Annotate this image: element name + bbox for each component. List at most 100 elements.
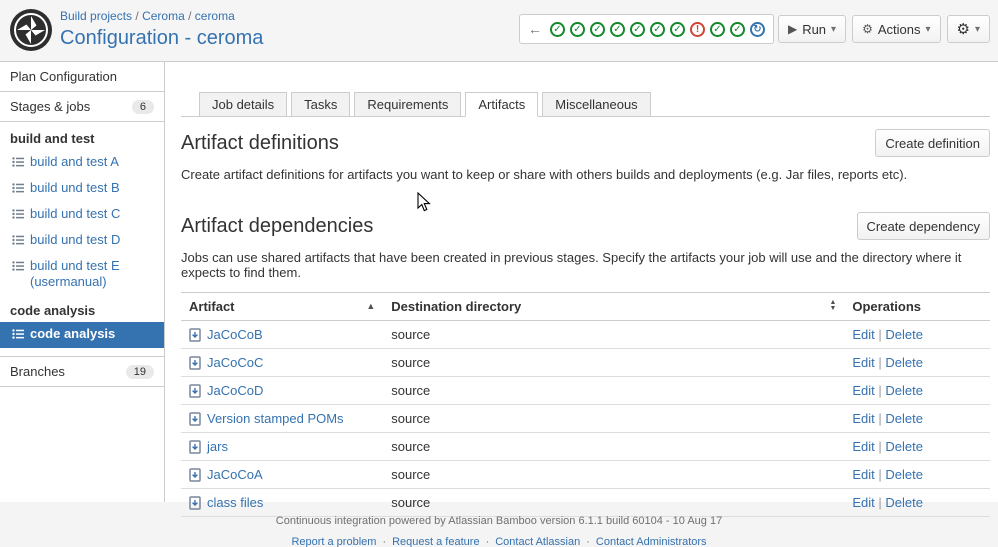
edit-link[interactable]: Edit [852,467,874,482]
column-header-destination-directory[interactable]: Destination directory ▲ ▼ [383,292,845,321]
settings-menu-button[interactable]: ⚙ ▾ [946,15,990,43]
destination-directory: source [383,460,845,489]
job-list-icon [12,328,24,344]
tab-tasks[interactable]: Tasks [291,92,351,117]
delete-link[interactable]: Delete [885,467,923,482]
build-status-success-icon[interactable]: ✓ [550,21,565,37]
sidebar-item-job[interactable]: build und test B [0,176,164,202]
build-status-success-icon[interactable]: ✓ [570,21,585,37]
operations-cell: Edit | Delete [844,348,990,377]
tab-miscellaneous[interactable]: Miscellaneous [542,92,651,117]
footer-link[interactable]: Report a problem [291,536,376,547]
delete-link[interactable]: Delete [885,355,923,370]
footer-link[interactable]: Contact Atlassian [495,536,580,547]
breadcrumb-link[interactable]: Ceroma [142,9,185,23]
actions-button[interactable]: ⚙ Actions ▾ [852,15,941,43]
destination-directory: source [383,320,845,349]
edit-link[interactable]: Edit [852,439,874,454]
artifact-icon [189,383,201,398]
footer-links: Report a problem · Request a feature · Conta… [0,536,998,547]
artifact-definitions-title: Artifact definitions [181,131,339,154]
tab-artifacts[interactable]: Artifacts [465,92,539,117]
table-row: class files source Edit | Delete [181,488,990,517]
job-list-icon [12,208,24,224]
build-status-success-icon[interactable]: ✓ [630,21,645,37]
job-label: build und test D [30,232,121,247]
sidebar-item-job[interactable]: code analysis [0,322,164,348]
delete-link[interactable]: Delete [885,383,923,398]
delete-link[interactable]: Delete [885,439,923,454]
operation-separator: | [874,327,886,342]
chevron-down-icon: ▾ [925,23,931,35]
create-definition-button[interactable]: Create definition [875,129,990,157]
plan-configuration-header: Plan Configuration [0,62,164,92]
build-status-success-icon[interactable]: ✓ [730,21,745,37]
column-header-artifact[interactable]: Artifact ▲ [181,292,384,321]
edit-link[interactable]: Edit [852,355,874,370]
table-row: JaCoCoA source Edit | Delete [181,460,990,489]
operation-separator: | [874,467,886,482]
gear-icon: ⚙ [956,21,970,38]
build-status-success-icon[interactable]: ✓ [650,21,665,37]
artifact-column-label: Artifact [189,299,235,314]
artifact-link[interactable]: JaCoCoA [207,467,263,482]
sidebar-group-heading: build and test [10,131,95,146]
build-status-success-icon[interactable]: ✓ [670,21,685,37]
footer-link[interactable]: Request a feature [392,536,479,547]
destination-directory: source [383,348,845,377]
build-status-success-icon[interactable]: ✓ [610,21,625,37]
create-dependency-button[interactable]: Create dependency [856,212,990,240]
branches-count-badge: 19 [125,364,154,379]
job-label: build und test B [30,180,120,195]
operation-separator: | [874,355,886,370]
artifact-link[interactable]: JaCoCoC [207,355,263,370]
breadcrumb-separator: / [132,9,143,23]
operation-separator: | [874,439,886,454]
tab-requirements[interactable]: Requirements [354,92,462,117]
footer-link[interactable]: Contact Administrators [596,536,707,547]
artifact-link[interactable]: Version stamped POMs [207,411,344,426]
sidebar-item-job[interactable]: build und test C [0,202,164,228]
job-tabs: Job details Tasks Requirements Artifacts Mis… [181,92,990,117]
edit-link[interactable]: Edit [852,327,874,342]
breadcrumb-link[interactable]: Build projects [60,9,132,23]
delete-link[interactable]: Delete [885,495,923,510]
build-status-building-icon[interactable]: ↻ [750,21,765,37]
artifact-definitions-section-head: Artifact definitions Create definition [181,129,990,157]
tab-job-details[interactable]: Job details [199,92,288,117]
artifact-link[interactable]: JaCoCoB [207,327,263,342]
operations-cell: Edit | Delete [844,320,990,349]
build-status-fail-icon[interactable]: ! [690,21,705,37]
sidebar-item-job[interactable]: build und test D [0,228,164,254]
stages-count-badge: 6 [131,99,154,114]
delete-link[interactable]: Delete [885,327,923,342]
job-list-icon [12,234,24,250]
breadcrumb-link[interactable]: ceroma [195,9,235,23]
bamboo-logo[interactable] [10,9,52,51]
artifact-link[interactable]: JaCoCoD [207,383,263,398]
footer-link-separator: · [382,536,387,547]
sidebar-item-stages-and-jobs[interactable]: Stages & jobs 6 [0,92,164,122]
edit-link[interactable]: Edit [852,383,874,398]
plan-configuration-label: Plan Configuration [10,69,117,84]
edit-link[interactable]: Edit [852,411,874,426]
job-list-icon [12,260,24,276]
build-status-success-icon[interactable]: ✓ [590,21,605,37]
artifact-definitions-description: Create artifact definitions for artifact… [181,167,908,182]
sidebar-item-job[interactable]: build and test A [0,150,164,176]
scroll-left-icon[interactable]: ← [528,21,542,37]
sidebar-item-job[interactable]: build und test E (usermanual) [0,254,164,294]
run-button-label: Run [802,21,827,37]
run-button[interactable]: ▶ Run ▾ [777,15,847,43]
branches-label: Branches [10,364,65,379]
artifact-link[interactable]: jars [207,439,228,454]
build-status-success-icon[interactable]: ✓ [710,21,725,37]
operation-separator: | [874,411,886,426]
sidebar-item-branches[interactable]: Branches 19 [0,356,164,387]
delete-link[interactable]: Delete [885,411,923,426]
operations-cell: Edit | Delete [844,488,990,517]
artifact-link[interactable]: class files [207,495,263,510]
operations-column-label: Operations [852,299,921,314]
edit-link[interactable]: Edit [852,495,874,510]
stages-and-jobs-label: Stages & jobs [10,99,91,114]
